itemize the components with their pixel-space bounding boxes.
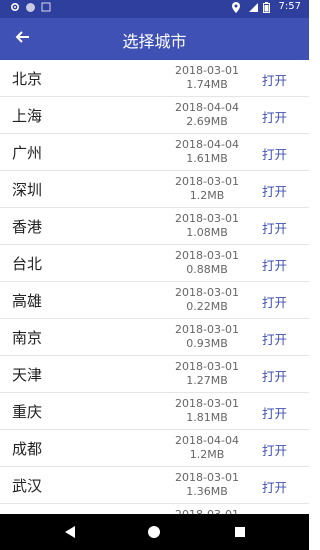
download-date: 2018-03-01: [175, 397, 239, 410]
list-item[interactable]: 高雄 2018-03-01 0.22MB 打开: [0, 282, 309, 319]
download-date: 2018-03-01: [175, 249, 239, 262]
file-size: 1.08MB: [186, 226, 228, 239]
city-name: 南京: [12, 329, 43, 347]
file-size: 1.81MB: [186, 411, 228, 424]
open-button[interactable]: 打开: [262, 329, 287, 348]
location-icon: [231, 1, 241, 13]
open-button[interactable]: 打开: [262, 107, 287, 126]
city-meta: 2018-04-04 2.69MB: [148, 101, 266, 129]
list-item[interactable]: 广州 2018-04-04 1.61MB 打开: [0, 134, 309, 171]
list-item[interactable]: 南京 2018-03-01 0.93MB 打开: [0, 319, 309, 356]
city-meta: 2018-03-01 1.81MB: [148, 397, 266, 425]
open-button[interactable]: 打开: [262, 477, 287, 496]
city-meta: 2018-03-01 0.22MB: [148, 286, 266, 314]
file-size: 0.93MB: [186, 337, 228, 350]
list-item[interactable]: 深圳 2018-03-01 1.2MB 打开: [0, 171, 309, 208]
download-date: 2018-03-01: [175, 323, 239, 336]
city-name: 成都: [12, 440, 43, 458]
open-button[interactable]: 打开: [262, 292, 287, 311]
app-bar: 选择城市: [0, 18, 309, 60]
lte-icon: [247, 2, 258, 12]
city-meta: 2018-03-01 1.36MB: [148, 471, 266, 499]
open-button[interactable]: 打开: [262, 440, 287, 459]
download-date: 2018-03-01: [175, 471, 239, 484]
city-name: 香港: [12, 218, 43, 236]
file-size: 2.69MB: [186, 115, 228, 128]
list-item[interactable]: 上海 2018-04-04 2.69MB 打开: [0, 97, 309, 134]
battery-icon: [262, 1, 273, 13]
city-name: 广州: [12, 144, 43, 162]
system-nav-bar: [0, 514, 309, 550]
download-date: 2018-03-01: [175, 286, 239, 299]
open-button[interactable]: 打开: [262, 70, 287, 89]
city-name: 重庆: [12, 403, 43, 421]
file-size: 1.27MB: [186, 374, 228, 387]
list-item[interactable]: 香港 2018-03-01 1.08MB 打开: [0, 208, 309, 245]
list-item[interactable]: 2018-03-01: [0, 504, 309, 514]
list-item[interactable]: 武汉 2018-03-01 1.36MB 打开: [0, 467, 309, 504]
city-name: 北京: [12, 70, 43, 88]
city-list[interactable]: 北京 2018-03-01 1.74MB 打开 上海 2018-04-04 2.…: [0, 60, 309, 514]
open-button[interactable]: 打开: [262, 255, 287, 274]
nav-home-icon[interactable]: [146, 524, 162, 540]
download-date: 2018-03-01: [175, 212, 239, 225]
page-title: 选择城市: [122, 32, 187, 51]
city-name: 高雄: [12, 292, 43, 310]
city-meta: 2018-03-01 1.74MB: [148, 64, 266, 92]
open-button[interactable]: 打开: [262, 366, 287, 385]
download-date: 2018-04-04: [175, 434, 239, 447]
city-meta: 2018-03-01 0.93MB: [148, 323, 266, 351]
download-date: 2018-04-04: [175, 138, 239, 151]
list-item[interactable]: 天津 2018-03-01 1.27MB 打开: [0, 356, 309, 393]
file-size: 1.2MB: [189, 189, 225, 202]
status-right: 7:57: [231, 1, 301, 13]
city-meta: 2018-04-04 1.2MB: [148, 434, 266, 462]
city-meta: 2018-03-01 1.27MB: [148, 360, 266, 388]
city-meta: 2018-03-01 0.88MB: [148, 249, 266, 277]
city-meta: 2018-03-01 1.2MB: [148, 175, 266, 203]
file-size: 1.36MB: [186, 485, 228, 498]
file-size: 1.61MB: [186, 152, 228, 165]
list-item[interactable]: 北京 2018-03-01 1.74MB 打开: [0, 60, 309, 97]
nav-back-icon[interactable]: [62, 524, 78, 540]
file-size: 0.22MB: [186, 300, 228, 313]
list-item[interactable]: 重庆 2018-03-01 1.81MB 打开: [0, 393, 309, 430]
city-name: 上海: [12, 107, 43, 125]
nav-recents-icon[interactable]: [232, 524, 248, 540]
city-name: 深圳: [12, 181, 43, 199]
gear-icon: [10, 2, 20, 12]
download-date: 2018-04-04: [175, 101, 239, 114]
open-button[interactable]: 打开: [262, 144, 287, 163]
list-item[interactable]: 成都 2018-04-04 1.2MB 打开: [0, 430, 309, 467]
open-button[interactable]: 打开: [262, 218, 287, 237]
city-meta: 2018-03-01 1.08MB: [148, 212, 266, 240]
file-size: 1.2MB: [189, 448, 225, 461]
download-date: 2018-03-01: [175, 175, 239, 188]
download-date: 2018-03-01: [175, 64, 239, 77]
city-name: 武汉: [12, 477, 43, 495]
circle-icon: [26, 2, 35, 12]
status-bar: 7:57: [0, 0, 309, 18]
status-time: 7:57: [278, 1, 301, 12]
file-size: 1.74MB: [186, 78, 228, 91]
file-size: 0.88MB: [186, 263, 228, 276]
city-name: 天津: [12, 366, 43, 384]
status-left: [10, 2, 51, 12]
open-button[interactable]: 打开: [262, 403, 287, 422]
list-item[interactable]: 台北 2018-03-01 0.88MB 打开: [0, 245, 309, 282]
city-meta: 2018-04-04 1.61MB: [148, 138, 266, 166]
sim-icon: [41, 2, 51, 12]
open-button[interactable]: 打开: [262, 181, 287, 200]
city-name: 台北: [12, 255, 43, 273]
download-date: 2018-03-01: [175, 360, 239, 373]
